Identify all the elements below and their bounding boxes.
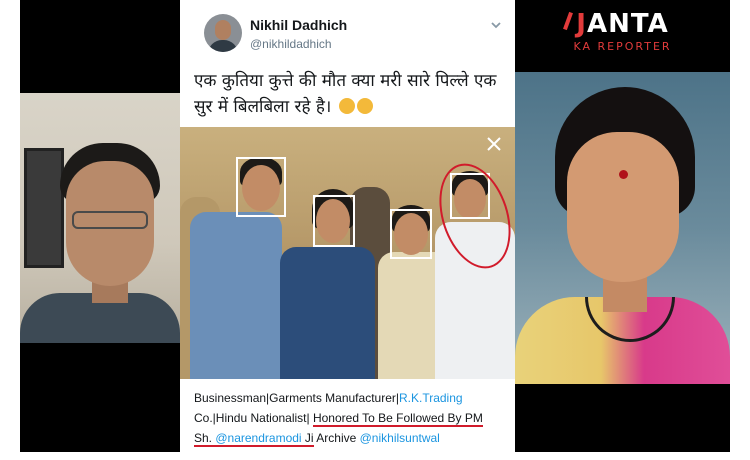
grinning-face-icon — [356, 98, 373, 114]
janta-logo: JANTA KA REPORTER — [515, 10, 730, 53]
logo-title-first: J — [576, 9, 587, 39]
user-handle[interactable]: @nikhildadhich — [250, 37, 332, 51]
avatar-body — [208, 40, 238, 52]
bio-mention-line: Sh. @narendramodi Ji — [194, 431, 314, 447]
logo-title: JANTA — [515, 10, 730, 38]
person-blue-sari — [280, 247, 375, 379]
close-icon[interactable] — [485, 135, 503, 153]
profile-bio: Businessman|Garments Manufacturer|R.K.Tr… — [194, 388, 514, 448]
bio-text: Archive — [313, 431, 360, 445]
logo-title-rest: ANTA — [586, 9, 669, 39]
avatar[interactable] — [204, 14, 242, 52]
mention-nikhilsuntwal[interactable]: @nikhilsuntwal — [360, 431, 440, 445]
face-box — [236, 157, 286, 217]
face-box — [390, 209, 432, 259]
grinning-face-icon — [338, 98, 355, 114]
bindi — [619, 170, 628, 179]
tweet-header: Nikhil Dadhich @nikhildadhich — [180, 0, 515, 65]
bio-text: Businessman|Garments Manufacturer| — [194, 391, 399, 405]
logo-subtitle: KA REPORTER — [573, 40, 672, 53]
bio-text: Sh. — [194, 431, 216, 445]
avatar-face — [215, 20, 231, 40]
tweet-card: Nikhil Dadhich @nikhildadhich एक कुतिया … — [180, 0, 515, 452]
bio-text: Ji — [301, 431, 314, 445]
left-portrait-photo — [20, 93, 180, 343]
person-blue-shirt — [190, 212, 282, 379]
woman-face — [567, 132, 679, 282]
chevron-down-icon[interactable] — [489, 18, 503, 32]
bio-highlight: Honored To Be Followed By PM — [312, 411, 483, 427]
tweet-text: एक कुतिया कुत्ते की मौत क्या मरी सारे पि… — [194, 68, 509, 120]
mention-narendramodi[interactable]: @narendramodi — [215, 431, 301, 445]
tweet-photo[interactable] — [180, 127, 515, 379]
right-portrait-photo — [515, 72, 730, 384]
glasses — [72, 211, 148, 229]
face-box — [313, 195, 355, 247]
wall-frame — [24, 148, 64, 268]
bio-text: Co.|Hindu Nationalist| — [194, 411, 313, 425]
bio-link-rk-trading[interactable]: R.K.Trading — [399, 391, 463, 405]
display-name[interactable]: Nikhil Dadhich — [250, 17, 347, 33]
